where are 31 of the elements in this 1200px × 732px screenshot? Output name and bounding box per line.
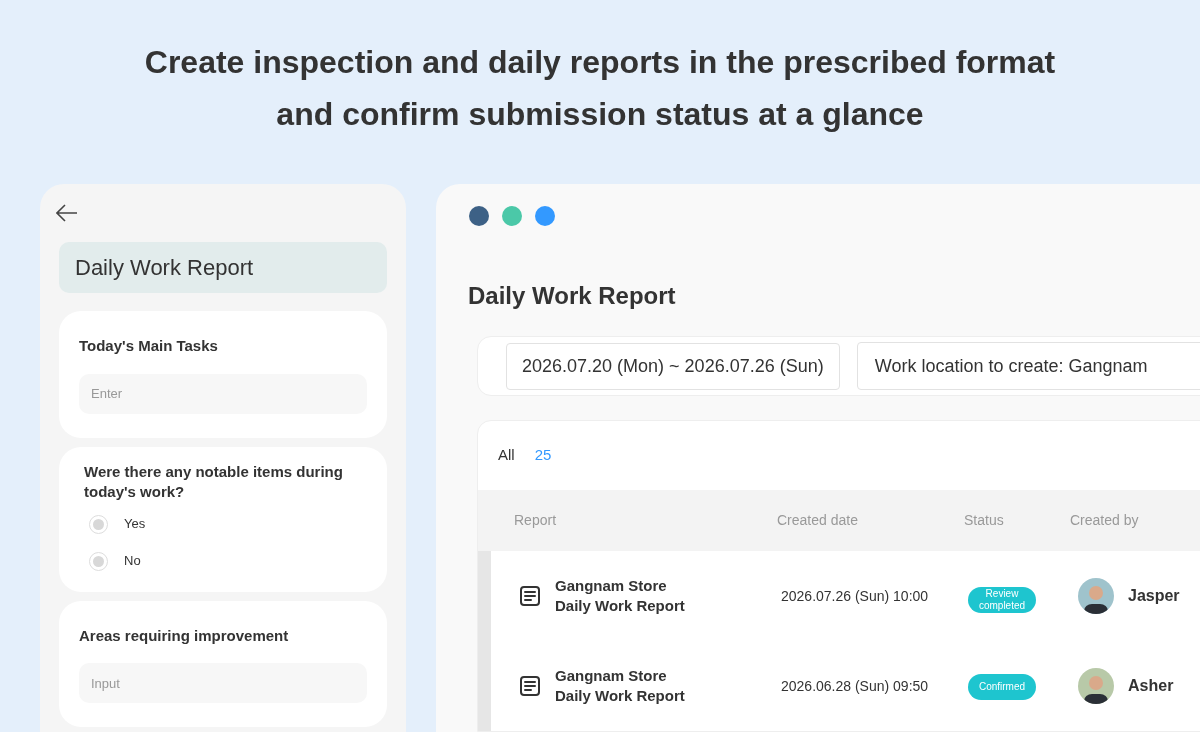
question-label: Areas requiring improvement (79, 625, 290, 646)
report-title[interactable]: Gangnam Store Daily Work Report (555, 666, 685, 707)
option-label: Yes (124, 515, 146, 534)
author-name: Jasper (1128, 586, 1180, 607)
column-header: Created date (777, 511, 859, 530)
avatar-icon (1078, 668, 1114, 705)
column-header: Report (514, 511, 558, 530)
headline: Create inspection and daily reports in the prescribed format and confirm submission status at a glance (144, 43, 1056, 134)
location-field[interactable]: Work location to create: Gangnam (856, 342, 1200, 390)
report-title[interactable]: Gangnam Store Daily Work Report (555, 576, 685, 617)
question-label: Were there any notable items during today's work? (84, 461, 344, 502)
question-label: Today's Main Tasks (79, 336, 219, 356)
back-arrow-icon[interactable] (56, 204, 78, 222)
page-title: Daily Work Report (468, 281, 677, 311)
column-header: Created by (1070, 511, 1140, 530)
author-name: Asher (1128, 676, 1174, 697)
document-icon (518, 674, 542, 699)
avatar-icon (1078, 578, 1114, 615)
input-field[interactable]: Enter (79, 373, 367, 414)
input-field[interactable]: Input (79, 663, 367, 703)
document-icon (518, 584, 542, 609)
status-badge: Confirmed (968, 673, 1036, 700)
option-label: No (124, 552, 141, 571)
column-header: Status (964, 511, 1005, 530)
count-label: 25 (534, 445, 552, 466)
created-date: 2026.07.26 (Sun) 10:00 (781, 586, 930, 606)
status-badge: Review completed (968, 586, 1036, 613)
created-date: 2026.06.28 (Sun) 09:50 (781, 676, 930, 696)
form-title: Daily Work Report (59, 242, 387, 293)
filter-tab[interactable]: All (498, 444, 515, 467)
period-field[interactable]: 2026.07.20 (Mon) ~ 2026.07.26 (Sun) (506, 342, 840, 390)
